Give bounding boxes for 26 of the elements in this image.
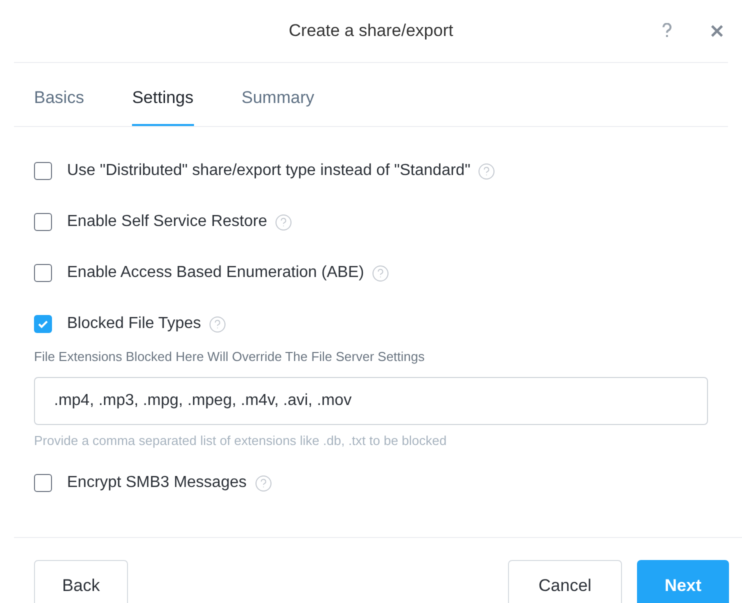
option-label: Use "Distributed" share/export type instead of "Standard" bbox=[67, 161, 470, 181]
dialog-title: Create a share/export bbox=[288, 20, 454, 42]
option-label: Blocked File Types bbox=[67, 314, 201, 334]
help-icon[interactable] bbox=[254, 474, 272, 492]
help-icon[interactable] bbox=[662, 23, 672, 38]
close-icon[interactable] bbox=[710, 24, 724, 38]
cancel-button[interactable]: Cancel bbox=[508, 560, 622, 603]
option-label: Encrypt SMB3 Messages bbox=[67, 473, 247, 493]
back-button[interactable]: Back bbox=[34, 560, 128, 603]
checkbox[interactable] bbox=[34, 474, 52, 492]
help-icon[interactable] bbox=[275, 214, 292, 230]
checkbox[interactable] bbox=[34, 315, 52, 333]
help-icon[interactable] bbox=[372, 264, 390, 282]
tab[interactable]: Summary bbox=[242, 84, 314, 126]
tab[interactable]: Settings bbox=[132, 84, 194, 126]
input-field[interactable]: .mp4, .mp3, .mpg, .mpeg, .m4v, .avi, .mov bbox=[34, 376, 708, 424]
help-icon[interactable] bbox=[478, 162, 496, 180]
field-hint: Provide a comma separated list of extensions like .db, .txt to be blocked bbox=[34, 432, 448, 450]
tab[interactable]: Basics bbox=[34, 84, 84, 126]
option-label: Enable Access Based Enumeration (ABE) bbox=[67, 263, 364, 283]
option-label: Enable Self Service Restore bbox=[67, 212, 268, 232]
checkbox[interactable] bbox=[34, 213, 52, 231]
field-label: File Extensions Blocked Here Will Override The File Server Settings bbox=[34, 348, 426, 366]
help-icon[interactable] bbox=[209, 316, 226, 332]
checkbox[interactable] bbox=[34, 162, 52, 180]
checkbox[interactable] bbox=[34, 264, 52, 282]
